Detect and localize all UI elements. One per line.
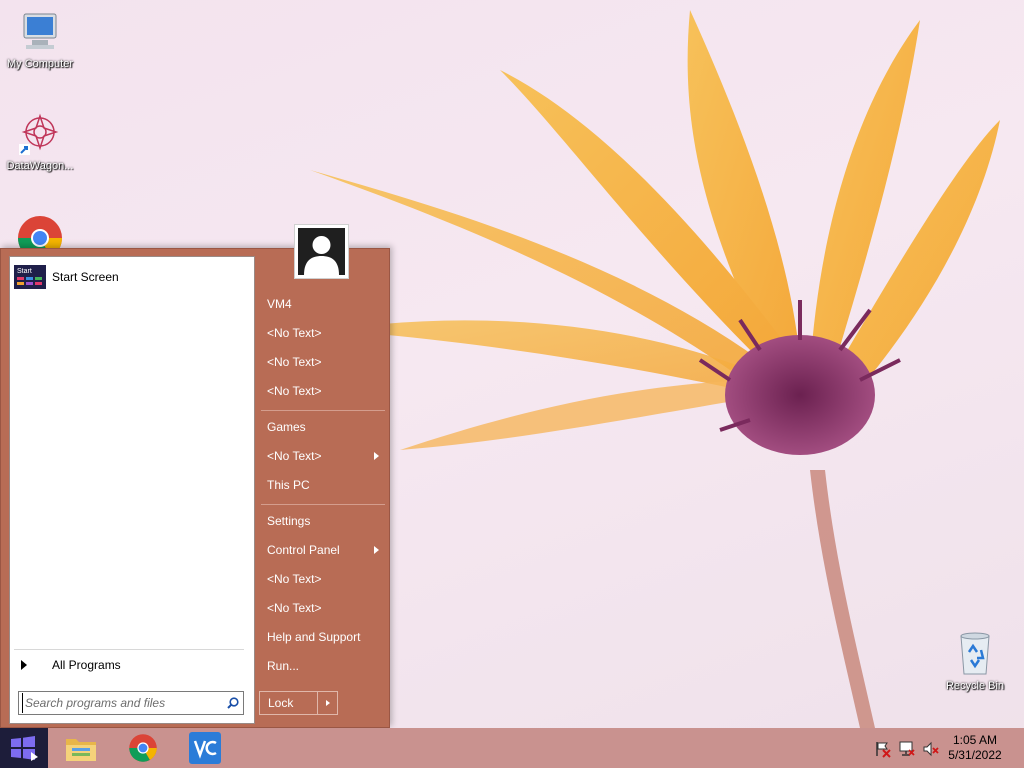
computer-icon — [23, 13, 57, 49]
menu-item-label: <No Text> — [267, 601, 322, 615]
all-programs-label: All Programs — [52, 658, 121, 672]
menu-item-label: <No Text> — [267, 355, 322, 369]
chrome-icon — [129, 734, 157, 762]
search-box[interactable] — [18, 691, 244, 715]
menu-item-label: Games — [267, 420, 306, 434]
windows-logo-icon — [11, 736, 38, 761]
menu-item-label: Help and Support — [267, 630, 361, 644]
start-button[interactable] — [0, 728, 48, 768]
datawagon-icon — [19, 113, 59, 155]
start-menu-item-vm4[interactable]: VM4 — [259, 291, 385, 317]
menu-item-label: This PC — [267, 478, 310, 492]
menu-separator — [261, 410, 385, 411]
action-center-flag-icon[interactable] — [874, 740, 892, 758]
menu-item-label: <No Text> — [267, 449, 322, 463]
desktop-icon-label: Recycle Bin — [945, 680, 1005, 692]
volume-muted-icon[interactable] — [922, 740, 940, 758]
start-screen-thumb-icon: Start — [14, 265, 46, 289]
start-menu-item-no-text[interactable]: <No Text> — [259, 443, 385, 469]
taskbar-vnc-viewer[interactable] — [180, 730, 230, 766]
taskbar-chrome[interactable] — [118, 730, 168, 766]
vnc-viewer-icon — [189, 732, 221, 764]
user-avatar-icon — [298, 228, 345, 275]
menu-item-label: Control Panel — [267, 543, 340, 557]
menu-item-label: Run... — [267, 659, 300, 673]
chevron-right-icon — [325, 700, 330, 706]
desktop-icon-label: My Computer — [6, 58, 74, 70]
start-menu-item-this-pc[interactable]: This PC — [259, 472, 385, 498]
divider — [14, 649, 244, 650]
menu-item-label: <No Text> — [267, 384, 322, 398]
taskbar-clock[interactable]: 1:05 AM 5/31/2022 — [940, 733, 1010, 763]
menu-separator — [261, 504, 385, 505]
desktop-icon-datawagon[interactable]: DataWagon... — [0, 110, 80, 172]
taskbar-file-explorer[interactable] — [56, 730, 106, 766]
start-menu-item-no-text[interactable]: <No Text> — [259, 566, 385, 592]
desktop-icon-recycle-bin[interactable]: Recycle Bin — [935, 630, 1015, 692]
start-menu-item-no-text[interactable]: <No Text> — [259, 320, 385, 346]
search-icon[interactable] — [223, 693, 243, 713]
power-button-group: Lock — [259, 691, 338, 715]
file-explorer-icon — [66, 739, 96, 761]
start-menu-item-no-text[interactable]: <No Text> — [259, 378, 385, 404]
submenu-arrow-icon — [374, 452, 379, 460]
start-menu-item-games[interactable]: Games — [259, 414, 385, 440]
lock-label: Lock — [268, 696, 294, 710]
desktop-icon-my-computer[interactable]: My Computer — [0, 8, 80, 70]
all-programs-button[interactable]: All Programs — [16, 655, 244, 675]
submenu-arrow-icon — [374, 546, 379, 554]
start-screen-item[interactable]: Start Start Screen — [14, 265, 250, 289]
start-menu-item-control-panel[interactable]: Control Panel — [259, 537, 385, 563]
clock-date: 5/31/2022 — [948, 748, 1002, 762]
user-account-picture[interactable] — [294, 224, 349, 279]
start-screen-label: Start Screen — [52, 270, 119, 284]
power-options-arrow-button[interactable] — [318, 692, 337, 714]
search-input[interactable] — [22, 693, 223, 713]
start-menu-item-run[interactable]: Run... — [259, 653, 385, 679]
desktop-icon-label: DataWagon... — [6, 160, 74, 172]
start-menu: Start Start Screen All Programs Search p… — [0, 224, 390, 728]
desktop-icon-chrome[interactable] — [0, 214, 80, 248]
menu-item-label: <No Text> — [267, 572, 322, 586]
start-menu-item-no-text[interactable]: <No Text> — [259, 349, 385, 375]
menu-item-label: Settings — [267, 514, 311, 528]
menu-item-label: <No Text> — [267, 326, 322, 340]
chrome-icon — [18, 216, 62, 248]
start-menu-item-settings[interactable]: Settings — [259, 508, 385, 534]
start-menu-programs-pane: Start Start Screen All Programs — [9, 256, 255, 724]
lock-button[interactable]: Lock — [260, 692, 318, 714]
start-menu-item-no-text[interactable]: <No Text> — [259, 595, 385, 621]
svg-text:Start: Start — [17, 268, 32, 275]
clock-time: 1:05 AM — [952, 733, 998, 747]
recycle-bin-icon — [960, 632, 990, 675]
menu-item-label: VM4 — [267, 297, 292, 311]
network-icon[interactable] — [898, 740, 916, 758]
triangle-right-icon — [21, 660, 27, 670]
taskbar: 1:05 AM 5/31/2022 — [0, 728, 1024, 768]
start-menu-item-help-and-support[interactable]: Help and Support — [259, 624, 385, 650]
